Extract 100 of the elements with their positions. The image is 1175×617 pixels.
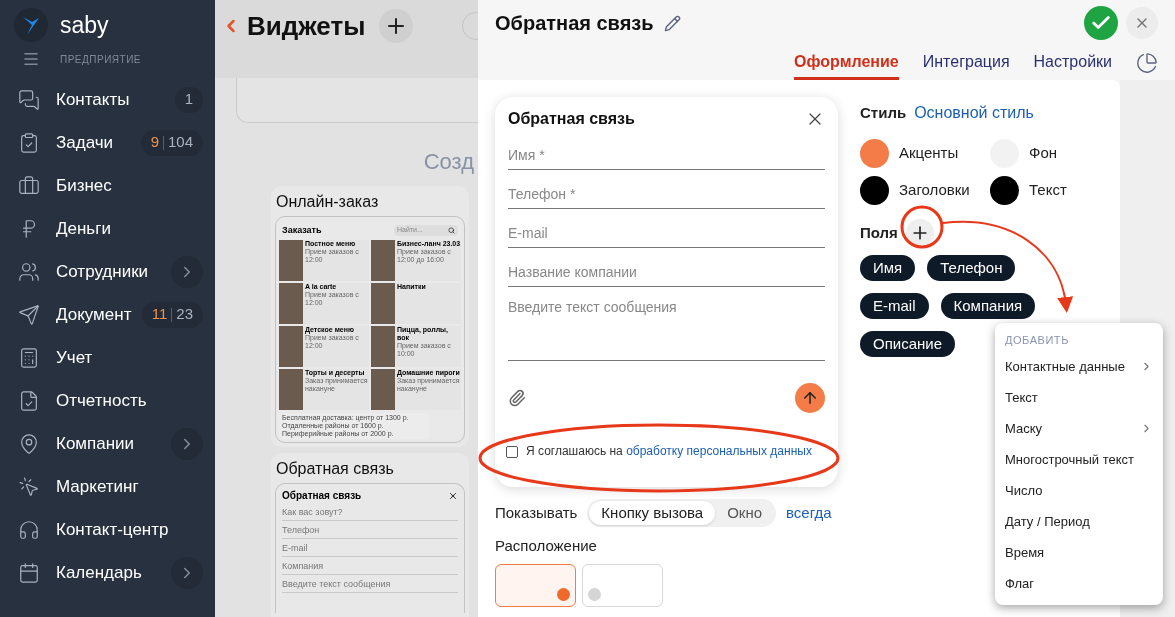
menu-item-label: Контактные данные <box>1005 357 1125 376</box>
consent-checkbox[interactable] <box>506 446 518 458</box>
food-photo-placeholder <box>371 283 395 324</box>
nav-label: Календарь <box>56 561 142 584</box>
nav-label: Деньги <box>56 217 111 240</box>
menu-header: ДОБАВИТЬ <box>1004 332 1070 348</box>
color-label: Текст <box>1029 180 1067 201</box>
nav-item[interactable]: Документ 11 23 <box>0 293 215 336</box>
nav-item[interactable]: Бизнес <box>0 164 215 207</box>
edit-icon[interactable] <box>663 14 681 32</box>
color-swatch[interactable] <box>990 176 1019 205</box>
nav-item[interactable]: Контакт-центр <box>0 508 215 551</box>
paperclip-icon[interactable] <box>508 389 526 407</box>
send-button[interactable] <box>795 383 825 413</box>
menu-item-label: Дату / Период <box>1005 512 1090 531</box>
menu-item-label: Многострочный текст <box>1005 450 1135 469</box>
style-link[interactable]: Основной стиль <box>914 101 1034 125</box>
field-chip[interactable]: E-mail <box>860 293 929 319</box>
menu-item[interactable]: Текст <box>995 382 1163 413</box>
text-field[interactable]: E-mail <box>508 219 825 248</box>
editor-title: Обратная связь <box>495 11 654 36</box>
nav-item[interactable]: Сотрудники <box>0 250 215 293</box>
color-label: Заголовки <box>899 180 970 201</box>
position-label: Расположение <box>495 536 598 556</box>
nav-item[interactable]: Контакты 1 <box>0 78 215 121</box>
page-title: Виджеты <box>247 10 366 43</box>
text-field[interactable]: Телефон * <box>508 180 825 209</box>
widget-card[interactable] <box>271 185 469 447</box>
paper-plane-icon <box>18 303 40 326</box>
always-link[interactable]: всегда <box>786 501 832 525</box>
add-button[interactable] <box>379 9 414 43</box>
field-chip[interactable]: Описание <box>860 331 956 357</box>
widget-card[interactable]: Обратная связь Обратная связь Как вас зовут? Телефон E-mail Компания Введите текст сообщения <box>271 453 469 617</box>
food-photo-placeholder <box>371 240 395 281</box>
clipboard-icon <box>18 131 40 154</box>
text-field[interactable]: Имя * <box>508 141 825 170</box>
headset-icon <box>18 518 40 541</box>
segment-option[interactable]: Кнопку вызова <box>589 501 716 525</box>
food-photo-placeholder <box>371 326 395 367</box>
message-field[interactable]: Введите текст сообщения <box>508 297 825 361</box>
nav-item[interactable]: Отчетность <box>0 379 215 422</box>
position-option[interactable] <box>495 563 576 607</box>
text-field[interactable]: Название компании <box>508 258 825 287</box>
food-photo-placeholder <box>279 369 303 410</box>
mini-field: E-mail <box>282 539 458 557</box>
nav-label: Маркетинг <box>56 475 139 498</box>
color-label: Акценты <box>899 143 959 164</box>
nav-label: Документ <box>56 303 132 326</box>
color-label: Фон <box>1029 143 1058 164</box>
show-label: Показывать <box>495 502 578 523</box>
field-chip[interactable]: Телефон <box>927 255 1016 281</box>
menu-item[interactable]: Многострочный текст <box>995 444 1163 475</box>
privacy-link[interactable]: обработку персональных данных <box>626 444 812 458</box>
menu-item-label: Маску <box>1005 419 1043 438</box>
food-photo-placeholder <box>279 283 303 324</box>
nav-item[interactable]: Маркетинг <box>0 465 215 508</box>
nav-label: Сотрудники <box>56 260 149 283</box>
chart-icon[interactable] <box>1136 52 1158 74</box>
tab[interactable]: Интеграция <box>922 50 1010 80</box>
nav-item[interactable]: Учет <box>0 336 215 379</box>
form-title: Обратная связь <box>508 109 635 129</box>
menu-item[interactable]: Контактные данные <box>995 351 1163 382</box>
card-title: Обратная связь <box>275 459 395 479</box>
menu-item[interactable]: Флаг <box>995 568 1163 599</box>
nav-item[interactable]: Задачи 9 104 <box>0 121 215 164</box>
menu-item-label: Текст <box>1005 388 1038 407</box>
nav-label: Компании <box>56 432 135 455</box>
nav-label: Бизнес <box>56 174 112 197</box>
menu-icon[interactable] <box>22 50 40 68</box>
section-heading: Созд <box>423 147 474 176</box>
field-chip[interactable]: Компания <box>940 293 1036 319</box>
briefcase-icon <box>18 174 40 197</box>
nav-item[interactable]: Компании <box>0 422 215 465</box>
menu-item-label: Флаг <box>1005 574 1034 593</box>
save-button[interactable] <box>1084 6 1118 40</box>
logo-text: saby <box>60 10 109 40</box>
mini-field: Телефон <box>282 521 458 539</box>
field-chip[interactable]: Имя <box>860 255 916 281</box>
food-photo-placeholder <box>371 369 395 410</box>
chat-bubbles-icon <box>18 88 40 111</box>
mini-field: Как вас зовут? <box>282 503 458 521</box>
tab[interactable]: Настройки <box>1033 50 1112 80</box>
nav-item[interactable]: Деньги <box>0 207 215 250</box>
color-swatch[interactable] <box>860 139 889 168</box>
calculator-icon <box>18 346 40 369</box>
style-label: Стиль <box>860 103 907 123</box>
color-swatch[interactable] <box>860 176 889 205</box>
segment-option[interactable]: Окно <box>715 501 775 525</box>
menu-item[interactable]: Число <box>995 475 1163 506</box>
bird-logo-icon <box>14 8 48 42</box>
preview-heading: Обратная связь <box>282 489 362 503</box>
fields-label: Поля <box>860 222 898 243</box>
menu-item[interactable]: Дату / Период <box>995 506 1163 537</box>
nav-label: Учет <box>56 346 93 369</box>
menu-item[interactable]: Маску <box>995 413 1163 444</box>
menu-item[interactable]: Время <box>995 537 1163 568</box>
card-title: Онлайн-заказ <box>275 191 380 212</box>
nav-item[interactable]: Календарь <box>0 551 215 594</box>
section-label: ПРЕДПРИЯТИЕ <box>60 52 142 67</box>
nav-label: Контакты <box>56 88 130 111</box>
